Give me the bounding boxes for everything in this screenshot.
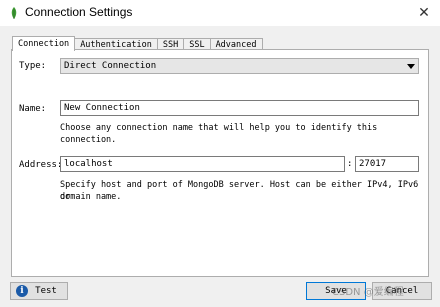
watermark: CSDN @爱编程 — [332, 287, 404, 298]
connection-settings-dialog: Connection Settings ✕ Connection Authent… — [0, 0, 440, 307]
title-bar: Connection Settings ✕ — [0, 0, 440, 26]
type-select-value: Direct Connection — [64, 61, 157, 71]
tab-bar: Connection Authentication SSH SSL Advanc… — [12, 36, 263, 51]
test-button-label: Test — [35, 286, 57, 296]
chevron-down-icon — [407, 64, 415, 69]
address-label: Address: — [19, 160, 63, 170]
close-icon[interactable]: ✕ — [414, 4, 434, 22]
test-button[interactable]: i Test — [10, 282, 68, 300]
tab-connection[interactable]: Connection — [12, 36, 76, 51]
window-title: Connection Settings — [25, 5, 133, 19]
app-icon — [7, 6, 21, 20]
info-icon: i — [16, 285, 28, 297]
name-hint: Choose any connection name that will hel… — [60, 123, 383, 145]
name-input[interactable]: New Connection — [60, 100, 419, 116]
address-hint-line2: domain name. — [60, 192, 122, 202]
host-input[interactable]: localhost — [60, 156, 345, 172]
port-separator: : — [347, 159, 353, 169]
type-select[interactable]: Direct Connection — [60, 58, 419, 74]
port-input[interactable]: 27017 — [355, 156, 419, 172]
connection-panel: Type: Direct Connection Name: New Connec… — [11, 49, 429, 277]
type-label: Type: — [19, 61, 47, 71]
name-label: Name: — [19, 104, 47, 114]
